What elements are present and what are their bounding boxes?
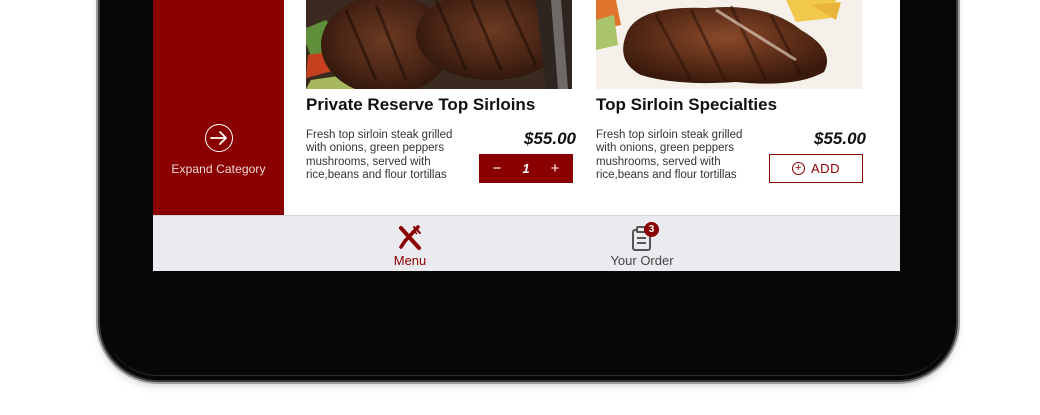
- item-price: $55.00: [814, 129, 866, 148]
- menu-item-card: Top Sirloin Specialties Fresh top sirloi…: [596, 0, 866, 200]
- decrement-button[interactable]: −: [490, 160, 504, 177]
- order-count-badge: 3: [644, 222, 659, 237]
- item-description: Fresh top sirloin steak grilled with oni…: [306, 129, 453, 182]
- nav-your-order-tab[interactable]: 3 Your Order: [600, 222, 684, 268]
- nav-your-order-label: Your Order: [610, 253, 674, 268]
- increment-button[interactable]: +: [548, 160, 562, 177]
- fork-knife-icon: [396, 224, 424, 252]
- expand-category-label: Expand Category: [171, 162, 266, 176]
- nav-menu-label: Menu: [393, 253, 427, 268]
- steak-photo[interactable]: [306, 0, 572, 89]
- plus-circle-icon: +: [792, 162, 806, 175]
- steak-photo[interactable]: [596, 0, 862, 89]
- clipboard-icon: 3: [628, 222, 659, 252]
- bottom-navigation: Menu 3 Your Order: [153, 215, 900, 271]
- item-price: $55.00: [524, 129, 576, 148]
- app-screen: Expand Category Private Reserve Top Sirl…: [153, 0, 900, 271]
- quantity-stepper: − 1 +: [479, 154, 573, 183]
- item-title: Private Reserve Top Sirloins: [306, 95, 536, 114]
- category-sidebar: Expand Category: [153, 0, 284, 215]
- add-button-label: ADD: [811, 161, 840, 176]
- arrow-right-circle-icon: [204, 124, 233, 152]
- menu-item-card: Private Reserve Top Sirloins Fresh top s…: [306, 0, 576, 200]
- expand-category-button[interactable]: Expand Category: [153, 124, 284, 176]
- nav-menu-tab[interactable]: Menu: [373, 224, 447, 268]
- item-title: Top Sirloin Specialties: [596, 95, 778, 114]
- add-to-order-button[interactable]: + ADD: [769, 154, 863, 183]
- quantity-value: 1: [522, 161, 530, 176]
- item-description: Fresh top sirloin steak grilled with oni…: [596, 129, 743, 182]
- menu-items-panel: Private Reserve Top Sirloins Fresh top s…: [284, 0, 900, 215]
